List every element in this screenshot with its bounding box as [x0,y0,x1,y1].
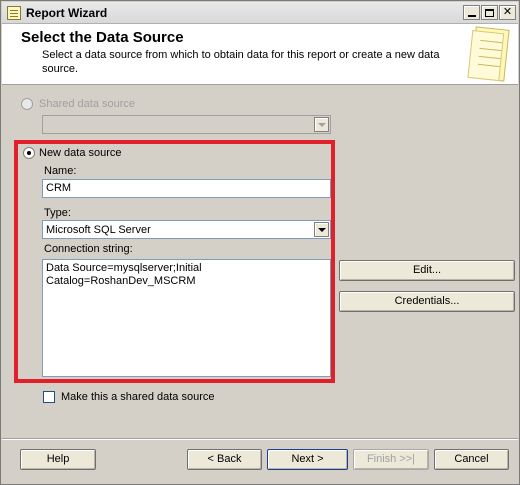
wizard-notepad-icon [470,26,510,82]
page-description: Select a data source from which to obtai… [42,49,440,75]
title-bar[interactable]: Report Wizard ✕ [2,2,518,24]
close-icon: ✕ [502,6,513,18]
connection-string-label: Connection string: [44,243,133,255]
page-title: Select the Data Source [21,29,184,46]
connection-string-input[interactable]: Data Source=mysqlserver;Initial Catalog=… [42,259,331,377]
maximize-icon [485,9,494,17]
edit-button[interactable]: Edit... [339,260,515,281]
footer-divider [2,438,518,440]
shared-source-dropdown[interactable] [42,115,331,134]
credentials-button[interactable]: Credentials... [339,291,515,312]
minimize-button[interactable] [463,5,480,20]
new-source-label: New data source [39,147,122,159]
close-button[interactable]: ✕ [499,5,516,20]
name-input[interactable]: CRM [42,179,331,198]
make-shared-checkbox[interactable] [43,391,55,403]
cancel-button[interactable]: Cancel [434,449,509,470]
type-value: Microsoft SQL Server [46,224,151,236]
type-dropdown-button[interactable] [314,222,329,237]
next-button[interactable]: Next > [267,449,348,470]
finish-button[interactable]: Finish >>| [353,449,429,470]
window-title: Report Wizard [26,6,108,20]
report-wizard-icon [7,6,21,20]
chevron-down-icon [318,228,326,232]
minimize-icon [467,15,476,17]
type-label: Type: [44,207,71,219]
report-wizard-window: Report Wizard ✕ Select the Data Source S… [0,0,520,485]
make-shared-label: Make this a shared data source [61,391,215,403]
back-button[interactable]: < Back [187,449,262,470]
help-button[interactable]: Help [20,449,96,470]
new-source-radio[interactable] [23,147,35,159]
shared-source-label: Shared data source [39,98,136,110]
type-dropdown[interactable]: Microsoft SQL Server [42,220,331,239]
maximize-button[interactable] [481,5,498,20]
name-label: Name: [44,165,77,177]
shared-source-radio[interactable] [21,98,33,110]
wizard-header: Select the Data Source Select a data sou… [2,24,518,85]
chevron-down-icon [318,123,326,127]
shared-source-dropdown-button[interactable] [314,117,329,132]
radio-selected-dot [27,151,31,155]
